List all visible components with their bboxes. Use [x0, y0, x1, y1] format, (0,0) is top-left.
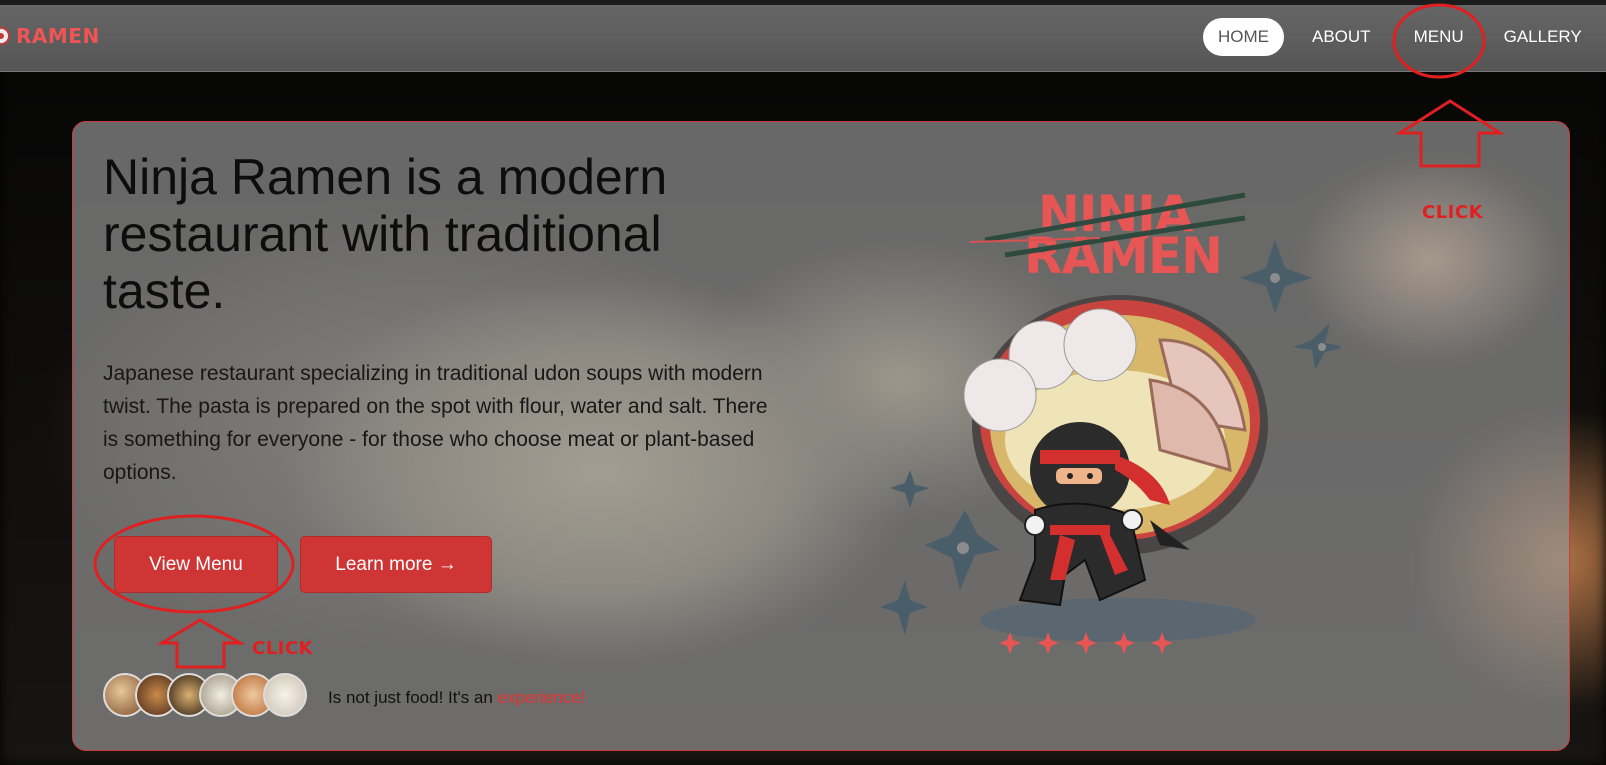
main-nav: HOME ABOUT MENU GALLERY [1203, 18, 1600, 56]
chopstick-icon [984, 192, 1246, 243]
tagline-text: Is not just food! It's an [328, 688, 498, 707]
shuriken-icon [880, 580, 928, 635]
menu-click-label: CLICK [1422, 202, 1484, 223]
nav-gallery[interactable]: GALLERY [1489, 18, 1597, 56]
site-header: RAMEN HOME ABOUT MENU GALLERY [0, 5, 1606, 72]
tagline: Is not just food! It's an experience! [328, 688, 585, 708]
logo-bowl-icon [0, 27, 10, 45]
chopstick-icon [1004, 215, 1246, 258]
ramen-bowl-graphic [880, 192, 1340, 654]
shuriken-icon [925, 510, 1000, 590]
nav-home[interactable]: HOME [1203, 18, 1284, 56]
learn-more-button[interactable]: Learn more → [300, 536, 492, 593]
tagline-accent: experience! [497, 688, 586, 707]
shuriken-icon [1240, 240, 1312, 313]
food-avatar [263, 673, 307, 717]
shuriken-icon [1293, 323, 1340, 370]
button-click-label: CLICK [252, 638, 314, 659]
logo-text: RAMEN [16, 24, 100, 48]
view-menu-button[interactable]: View Menu [114, 536, 278, 593]
hero-description: Japanese restaurant specializing in trad… [103, 362, 768, 484]
logo[interactable]: RAMEN [0, 24, 100, 48]
food-avatar-group [103, 673, 307, 717]
shuriken-icon [890, 470, 930, 508]
nav-menu[interactable]: MENU [1399, 18, 1479, 56]
nav-about[interactable]: ABOUT [1297, 18, 1386, 56]
hero-title: Ninja Ramen is a modern restaurant with … [103, 149, 668, 319]
